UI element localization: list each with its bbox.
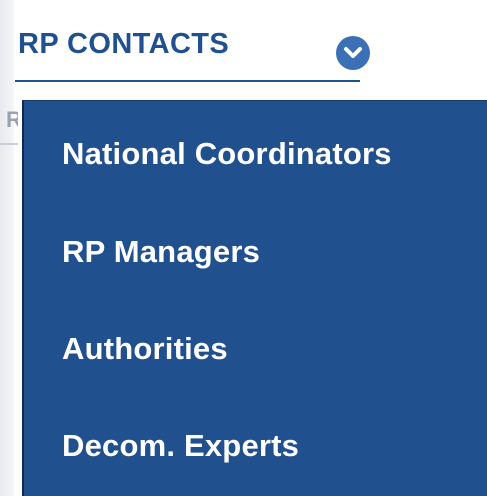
chevron-down-icon bbox=[344, 47, 362, 58]
menu-item-national-coordinators[interactable]: National Coordinators bbox=[62, 134, 392, 174]
background-page-strip bbox=[0, 0, 14, 496]
background-text-fragment: R bbox=[6, 110, 18, 130]
dropdown-header[interactable]: RP CONTACTS bbox=[14, 0, 487, 100]
menu-item-decom-experts[interactable]: Decom. Experts bbox=[62, 426, 299, 466]
menu-item-authorities[interactable]: Authorities bbox=[62, 329, 228, 369]
header-underline bbox=[15, 80, 360, 82]
page: R RP CONTACTS National Coordinators RP M… bbox=[0, 0, 487, 496]
dropdown-toggle-button[interactable] bbox=[336, 36, 370, 70]
menu-item-rp-managers[interactable]: RP Managers bbox=[62, 232, 260, 272]
background-divider bbox=[0, 143, 18, 145]
header-title[interactable]: RP CONTACTS bbox=[18, 24, 229, 64]
dropdown-menu: National Coordinators RP Managers Author… bbox=[22, 100, 487, 496]
